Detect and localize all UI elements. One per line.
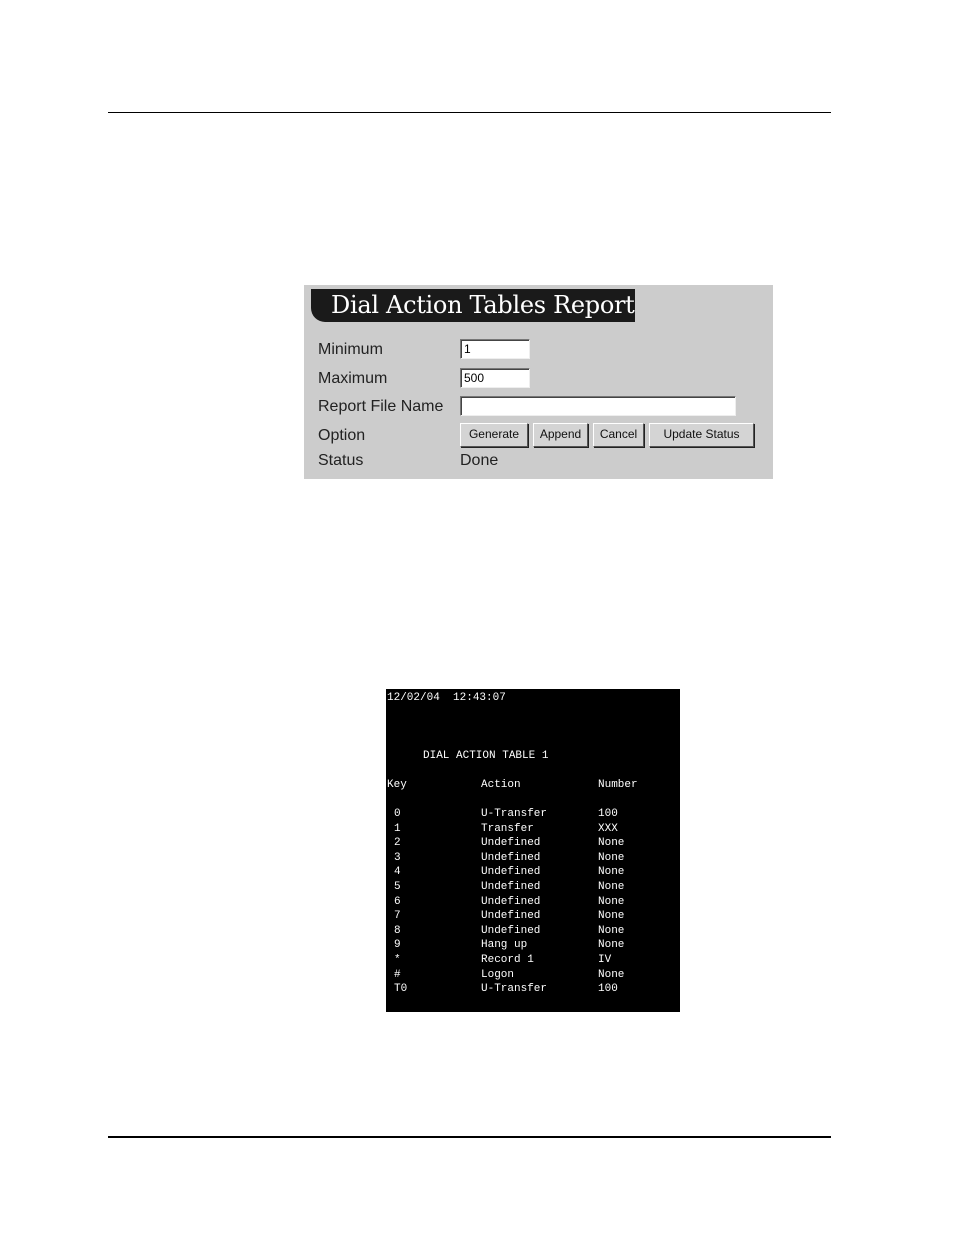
maximum-input[interactable]: 500 <box>460 368 530 388</box>
header-number: Number <box>598 779 638 791</box>
report-timestamp: 12/02/04 12:43:07 <box>387 692 506 704</box>
panel-title-tab: Dial Action Tables Report <box>311 289 635 322</box>
report-header-row: Key Action Number <box>386 779 680 793</box>
table-row: * Record 1 IV <box>386 954 680 968</box>
header-key: Key <box>387 779 407 791</box>
report-output-screen: 12/02/04 12:43:07 DIAL ACTION TABLE 1 Ke… <box>386 689 680 1012</box>
header-rule <box>108 112 831 113</box>
generate-button[interactable]: Generate <box>460 423 528 447</box>
row-number: IV <box>598 954 612 966</box>
row-key: 0 <box>394 808 401 820</box>
report-title: DIAL ACTION TABLE 1 <box>423 750 549 762</box>
row-number: 100 <box>598 983 618 996</box>
minimum-label: Minimum <box>318 341 383 358</box>
table-row: 0 U-Transfer 100 <box>386 808 680 822</box>
footer-rule <box>108 1136 831 1138</box>
maximum-label: Maximum <box>318 370 388 387</box>
status-label: Status <box>318 452 364 469</box>
table-row: 3 Undefined None <box>386 852 680 866</box>
row-number: None <box>598 837 625 850</box>
row-number: None <box>598 968 625 981</box>
row-number: None <box>598 866 625 879</box>
row-number: None <box>598 939 625 952</box>
row-key: T0 <box>394 983 408 996</box>
table-row: # Logon None <box>386 969 680 983</box>
row-key: 6 <box>394 895 401 908</box>
row-key: * <box>394 954 401 966</box>
report-file-name-input[interactable] <box>460 396 736 416</box>
row-key: 3 <box>394 851 401 864</box>
row-key: 2 <box>394 837 401 850</box>
row-key: 4 <box>394 866 401 879</box>
row-action: Undefined <box>481 851 541 864</box>
table-row: T0 U-Transfer 100 <box>386 983 680 997</box>
row-action: U-Transfer <box>481 983 548 996</box>
row-number: 100 <box>598 808 618 820</box>
row-number: None <box>598 895 625 908</box>
panel-title: Dial Action Tables Report <box>331 291 635 319</box>
table-row: 1 Transfer XXX <box>386 823 680 837</box>
header-action: Action <box>481 779 521 791</box>
table-row: 5 Undefined None <box>386 881 680 895</box>
table-row: 9 Hang up None <box>386 939 680 953</box>
option-label: Option <box>318 427 366 444</box>
row-action: U-Transfer <box>481 808 548 820</box>
row-action: Hang up <box>481 939 528 952</box>
row-action: Undefined <box>481 895 541 908</box>
row-number: None <box>598 851 625 864</box>
row-number: None <box>598 924 625 937</box>
row-action: Undefined <box>481 924 541 937</box>
row-action: Transfer <box>481 822 534 835</box>
table-row: 6 Undefined None <box>386 896 680 910</box>
dial-action-tables-report-panel: Dial Action Tables Report Minimum 1 Maxi… <box>304 285 773 479</box>
table-row: 2 Undefined None <box>386 837 680 851</box>
row-number: None <box>598 910 625 923</box>
row-number: None <box>598 881 625 893</box>
append-button[interactable]: Append <box>533 423 588 447</box>
row-key: 1 <box>394 822 401 835</box>
row-key: 5 <box>394 881 401 893</box>
minimum-input[interactable]: 1 <box>460 339 530 359</box>
row-action: Undefined <box>481 910 541 923</box>
row-number: XXX <box>598 822 618 835</box>
row-key: 9 <box>394 939 401 952</box>
table-row: 7 Undefined None <box>386 910 680 924</box>
row-action: Undefined <box>481 866 541 879</box>
update-status-button[interactable]: Update Status <box>649 423 754 447</box>
row-key: # <box>394 968 401 981</box>
row-action: Undefined <box>481 837 541 850</box>
row-action: Logon <box>481 968 515 981</box>
row-key: 7 <box>394 910 401 923</box>
row-key: 8 <box>394 924 401 937</box>
status-value: Done <box>460 452 499 469</box>
cancel-button[interactable]: Cancel <box>593 423 644 447</box>
row-action: Record 1 <box>481 954 534 966</box>
table-row: 8 Undefined None <box>386 925 680 939</box>
row-action: Undefined <box>481 881 541 893</box>
report-file-name-label: Report File Name <box>318 398 444 415</box>
table-row: 4 Undefined None <box>386 866 680 880</box>
